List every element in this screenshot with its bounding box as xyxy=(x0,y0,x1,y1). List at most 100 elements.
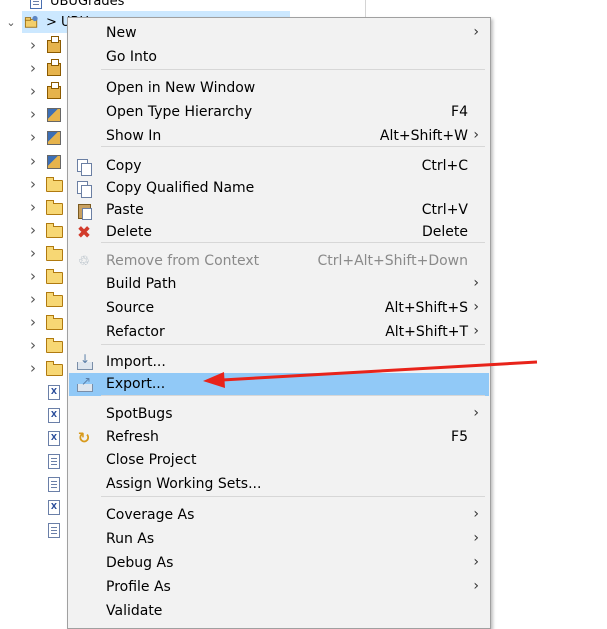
menu-item-shortcut: Alt+Shift+W xyxy=(379,128,468,144)
tree-row[interactable]: › xyxy=(28,126,62,148)
tree-row[interactable]: › xyxy=(28,219,63,241)
menu-item-refactor[interactable]: Refactor Alt+Shift+T › xyxy=(69,321,489,344)
chevron-right-icon[interactable]: › xyxy=(28,175,38,193)
menu-item-copy[interactable]: Copy Ctrl+C xyxy=(69,155,489,178)
tree-row[interactable]: › xyxy=(28,196,63,218)
chevron-right-icon[interactable]: › xyxy=(28,36,38,54)
folder-icon xyxy=(46,268,63,284)
tree-row[interactable]: › xyxy=(28,242,63,264)
file-icon xyxy=(46,453,62,469)
submenu-arrow-icon: › xyxy=(473,405,479,421)
tree-row[interactable] xyxy=(28,450,62,472)
xml-file-icon: X xyxy=(46,499,62,515)
jar-icon xyxy=(46,129,62,146)
tree-row[interactable]: › xyxy=(28,334,63,356)
chevron-right-icon[interactable]: › xyxy=(28,267,38,285)
tree-row[interactable]: › xyxy=(28,265,63,287)
context-menu: New › Go Into Open in New Window Open Type H… xyxy=(67,17,491,629)
package-icon xyxy=(46,36,62,53)
chevron-right-icon[interactable]: › xyxy=(28,82,38,100)
copy-qualified-name-icon xyxy=(76,181,92,198)
tree-row[interactable]: › xyxy=(28,288,63,310)
menu-item-label: Assign Working Sets... xyxy=(106,476,262,492)
tree-row[interactable]: X xyxy=(28,404,62,426)
menu-item-label: Open Type Hierarchy xyxy=(106,104,253,120)
refresh-icon: ↻ xyxy=(77,429,91,447)
chevron-right-icon[interactable]: › xyxy=(28,313,38,331)
chevron-right-icon[interactable]: › xyxy=(28,244,38,262)
menu-item-show-in[interactable]: Show In Alt+Shift+W › xyxy=(69,125,489,148)
menu-item-build-path[interactable]: Build Path › xyxy=(69,273,489,296)
menu-item-source[interactable]: Source Alt+Shift+S › xyxy=(69,297,489,320)
delete-icon: ✖ xyxy=(76,223,92,243)
tree-row[interactable] xyxy=(28,473,62,495)
file-icon xyxy=(46,522,62,539)
chevron-right-icon[interactable]: › xyxy=(28,198,38,216)
menu-separator xyxy=(101,496,485,497)
menu-item-shortcut: F4 xyxy=(451,104,468,120)
tree-row[interactable]: X xyxy=(28,496,62,518)
xml-file-icon: X xyxy=(46,384,62,400)
menu-item-export[interactable]: Export... xyxy=(69,373,489,396)
menu-item-label: Remove from Context xyxy=(106,253,260,269)
chevron-right-icon[interactable]: › xyxy=(28,359,38,377)
tree-row[interactable]: › xyxy=(28,357,63,379)
folder-icon xyxy=(46,222,63,238)
submenu-arrow-icon: › xyxy=(473,275,479,291)
tree-row[interactable]: › xyxy=(28,80,62,102)
chevron-down-icon[interactable]: ⌄ xyxy=(6,16,16,29)
chevron-right-icon[interactable]: › xyxy=(28,290,38,308)
menu-item-label: SpotBugs xyxy=(106,406,173,422)
tree-row[interactable]: › xyxy=(28,173,63,195)
chevron-right-icon[interactable]: › xyxy=(28,336,38,354)
tree-row[interactable]: › xyxy=(28,34,62,56)
chevron-right-icon[interactable]: › xyxy=(28,221,38,239)
folder-icon xyxy=(46,291,63,308)
package-icon xyxy=(46,59,62,77)
submenu-arrow-icon: › xyxy=(473,578,479,594)
tree-row[interactable]: › xyxy=(28,311,63,333)
tree-row[interactable]: X xyxy=(28,427,62,449)
menu-item-open-type-hierarchy[interactable]: Open Type Hierarchy F4 xyxy=(69,101,489,124)
menu-item-assign-working-sets[interactable]: Assign Working Sets... xyxy=(69,473,489,496)
menu-item-label: Close Project xyxy=(106,452,197,468)
chevron-right-icon[interactable]: › xyxy=(28,128,38,146)
tree-row[interactable] xyxy=(28,519,62,541)
menu-item-open-in-new-window[interactable]: Open in New Window xyxy=(69,77,489,100)
chevron-right-icon[interactable]: › xyxy=(28,105,38,123)
menu-item-label: Paste xyxy=(106,202,144,218)
menu-item-new[interactable]: New › xyxy=(69,22,489,45)
tree-row[interactable]: › xyxy=(28,57,62,79)
menu-item-label: Go Into xyxy=(106,49,157,65)
menu-item-profile-as[interactable]: Profile As › xyxy=(69,576,489,599)
tree-row[interactable]: › xyxy=(28,150,62,172)
submenu-arrow-icon: › xyxy=(473,24,479,40)
submenu-arrow-icon: › xyxy=(473,323,479,339)
chevron-right-icon[interactable]: › xyxy=(28,59,38,77)
menu-separator xyxy=(101,69,485,70)
menu-item-spotbugs[interactable]: SpotBugs › xyxy=(69,403,489,426)
menu-item-close-project[interactable]: Close Project xyxy=(69,449,489,472)
tree-row[interactable]: › xyxy=(28,103,62,125)
menu-item-remove-from-context[interactable]: ♲ Remove from Context Ctrl+Alt+Shift+Down xyxy=(69,250,489,273)
submenu-arrow-icon: › xyxy=(473,530,479,546)
menu-item-coverage-as[interactable]: Coverage As › xyxy=(69,504,489,527)
menu-item-label: Profile As xyxy=(106,579,171,595)
menu-item-label: Copy Qualified Name xyxy=(106,180,255,196)
menu-item-label: Delete xyxy=(106,224,152,240)
menu-item-delete[interactable]: ✖ Delete Delete xyxy=(69,221,489,244)
menu-item-run-as[interactable]: Run As › xyxy=(69,528,489,551)
menu-item-paste[interactable]: Paste Ctrl+V xyxy=(69,199,489,222)
tree-row[interactable]: X xyxy=(28,381,62,403)
menu-item-refresh[interactable]: ↻ Refresh F5 xyxy=(69,426,489,449)
menu-item-go-into[interactable]: Go Into xyxy=(69,46,489,69)
menu-item-shortcut: Ctrl+V xyxy=(421,202,468,218)
menu-item-import[interactable]: Import... xyxy=(69,351,489,374)
package-icon xyxy=(46,82,62,100)
menu-item-label: Validate xyxy=(106,603,163,619)
menu-item-copy-qualified-name[interactable]: Copy Qualified Name xyxy=(69,177,489,200)
chevron-right-icon[interactable]: › xyxy=(28,152,38,170)
submenu-arrow-icon: › xyxy=(473,554,479,570)
menu-item-debug-as[interactable]: Debug As › xyxy=(69,552,489,575)
paste-icon xyxy=(76,203,92,220)
